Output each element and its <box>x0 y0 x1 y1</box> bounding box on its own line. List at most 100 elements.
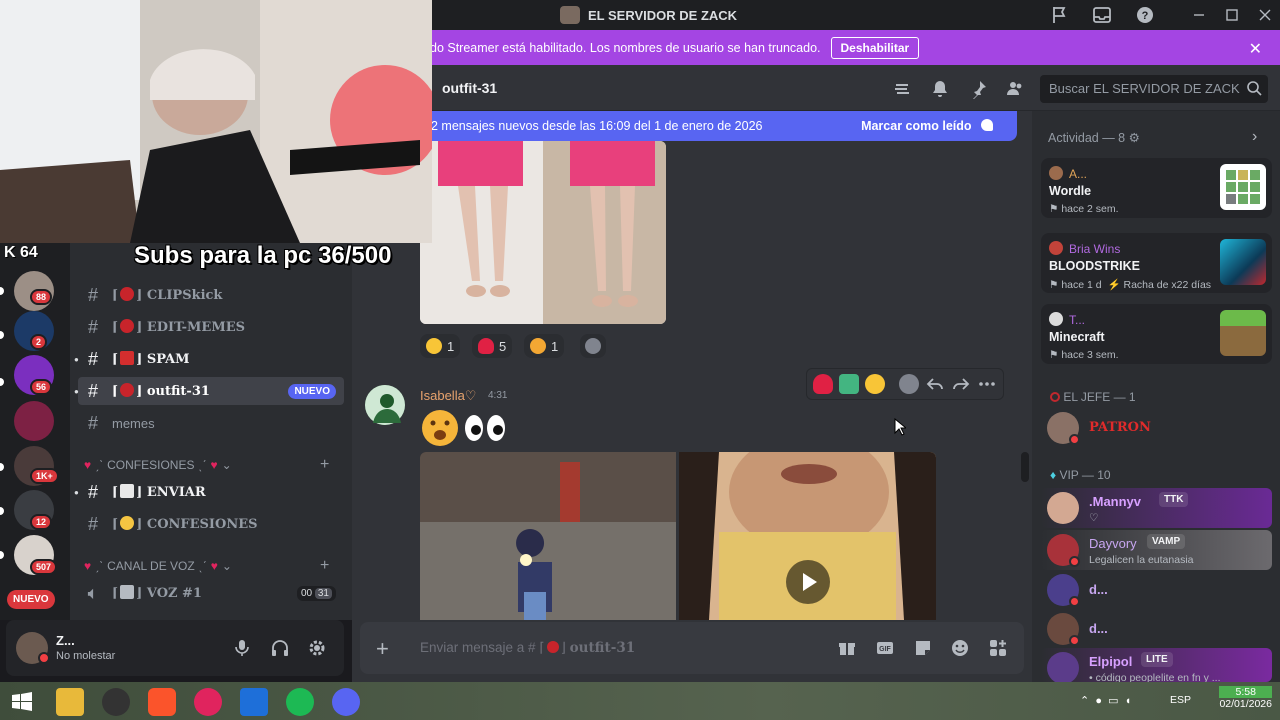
minimize-icon[interactable] <box>1190 6 1208 24</box>
mark-read-button[interactable]: Marcar como leído <box>861 119 993 133</box>
bell-icon[interactable] <box>930 79 950 99</box>
member-item[interactable]: PATRON <box>1041 408 1272 448</box>
speaker-emoji-icon <box>120 585 135 599</box>
member-item[interactable]: Elpipol LITE • código peoplelite en fn y… <box>1041 648 1272 684</box>
quick-react-check-icon[interactable] <box>839 374 859 394</box>
quick-react-laugh-icon[interactable] <box>865 374 885 394</box>
message-composer[interactable]: + Enviar mensaje a # ⌈ ⌋ outfit-31 GIF <box>360 622 1024 674</box>
devil-emoji-icon <box>120 383 135 397</box>
message-emoji <box>420 408 512 448</box>
headphones-icon[interactable] <box>270 638 290 658</box>
gamepad-icon: ⚑ <box>1049 279 1059 291</box>
channel-memes[interactable]: # memes <box>78 409 344 437</box>
threads-icon[interactable] <box>892 79 912 99</box>
unread-pill <box>0 378 4 386</box>
hash-icon: # <box>87 412 98 433</box>
microphone-icon[interactable] <box>232 638 252 658</box>
message-image[interactable] <box>420 452 676 620</box>
gift-icon[interactable] <box>837 638 857 658</box>
channel-clipskick[interactable]: # ⌈ ⌋ CLIPSkick <box>78 281 344 309</box>
unread-pill <box>0 463 4 471</box>
member-item[interactable]: d... <box>1041 570 1272 610</box>
new-messages-bar[interactable]: 2 mensajes nuevos desde las 16:09 del 1 … <box>416 111 1017 141</box>
members-icon[interactable] <box>1005 79 1025 99</box>
close-banner-icon[interactable]: ✕ <box>1249 39 1262 59</box>
envelope-emoji-icon <box>120 484 135 498</box>
quick-react-heart-icon[interactable] <box>813 374 833 394</box>
activity-card[interactable]: T... Minecraft ⚑ hace 3 sem. <box>1041 304 1272 364</box>
reply-icon[interactable] <box>925 374 945 394</box>
streamer-mode-banner: do Streamer está habilitado. Los nombres… <box>430 30 1280 65</box>
sticker-icon[interactable] <box>913 638 933 658</box>
reaction-heart-eyes[interactable]: 1 <box>420 334 461 358</box>
unread-dot: ● <box>74 386 79 396</box>
add-reaction-button[interactable] <box>580 334 606 358</box>
obs-icon[interactable] <box>102 688 130 716</box>
app-icon[interactable] <box>240 688 268 716</box>
hash-icon: # <box>87 316 98 337</box>
activity-card[interactable]: Bria Wins BLOODSTRIKE ⚑ hace 1 d ⚡ Racha… <box>1041 233 1272 293</box>
webcam-overlay <box>0 0 432 243</box>
play-icon[interactable] <box>786 560 830 604</box>
new-unreads-pill[interactable]: NUEVO <box>7 590 55 609</box>
channel-confesiones[interactable]: # ⌈ ⌋ CONFESIONES <box>78 510 344 538</box>
close-window-icon[interactable] <box>1256 6 1274 24</box>
member-item[interactable]: Dayvory VAMP Legalicen la eutanasia <box>1041 530 1272 570</box>
spotify-icon[interactable] <box>286 688 314 716</box>
heart-icon: ♥ <box>84 458 92 472</box>
reaction-red-heart[interactable]: 5 <box>472 334 513 358</box>
gif-icon[interactable]: GIF <box>875 638 895 658</box>
add-reaction-icon[interactable] <box>899 374 919 394</box>
mention-badge: 1K+ <box>30 468 59 484</box>
flag-icon[interactable] <box>1050 5 1070 25</box>
activity-card[interactable]: A... Wordle ⚑ hace 2 sem. <box>1041 158 1272 218</box>
pin-icon[interactable] <box>968 79 988 99</box>
bloodstrike-icon <box>1220 239 1266 285</box>
search-input[interactable]: Buscar EL SERVIDOR DE ZACK <box>1040 75 1268 103</box>
brave-icon[interactable] <box>148 688 176 716</box>
help-icon[interactable]: ? <box>1135 5 1155 25</box>
inbox-icon[interactable] <box>1092 5 1112 25</box>
forward-icon[interactable] <box>951 374 971 394</box>
language-indicator[interactable]: ESP <box>1170 694 1191 706</box>
member-item[interactable]: .Mannyv TTK ♡ <box>1041 488 1272 528</box>
windows-start-icon[interactable] <box>8 688 36 716</box>
channel-enviar[interactable]: ● # ⌈ ⌋ ENVIAR <box>74 478 344 506</box>
member-item[interactable]: d... <box>1041 609 1272 649</box>
emoji-icon[interactable] <box>950 638 970 658</box>
system-clock[interactable]: 5:58 02/01/2026 <box>1219 686 1272 710</box>
unread-dot: ● <box>74 487 79 497</box>
avatar[interactable] <box>365 385 405 425</box>
more-icon[interactable] <box>977 374 997 394</box>
wordle-icon <box>1220 164 1266 210</box>
face-emoji-icon <box>120 516 135 530</box>
category-confesiones[interactable]: ♥ ˏˋ CONFESIONES ˎˊ ♥ ⌄ + <box>84 456 344 473</box>
settings-gear-icon[interactable] <box>307 638 327 658</box>
message-video[interactable] <box>679 452 936 620</box>
voice-channel[interactable]: 🔈︎ ⌈ ⌋ VOZ #1 00 31 <box>78 579 344 607</box>
message-actions-bar <box>806 368 1004 400</box>
unread-pill <box>0 507 4 515</box>
message-image[interactable] <box>420 141 666 324</box>
chevron-right-icon[interactable]: › <box>1252 128 1257 146</box>
server-icon[interactable] <box>14 401 54 441</box>
channel-outfit-31[interactable]: ● # ⌈ ⌋ outfit-31 NUEVO <box>74 377 344 405</box>
channel-edit-memes[interactable]: # ⌈ ⌋ EDIT-MEMES <box>78 313 344 341</box>
attach-plus-icon[interactable]: + <box>376 636 389 662</box>
new-messages-text: 2 mensajes nuevos desde las 16:09 del 1 … <box>431 119 763 133</box>
discord-icon[interactable] <box>332 688 360 716</box>
app-icon[interactable] <box>194 688 222 716</box>
category-canal-de-voz[interactable]: ♥ ˏˋ CANAL DE VOZ ˎˊ ♥ ⌄ + <box>84 557 344 574</box>
file-explorer-icon[interactable] <box>56 688 84 716</box>
disable-button[interactable]: Deshabilitar <box>830 36 920 59</box>
channel-spam[interactable]: ● # ⌈ ⌋ SPAM <box>74 345 344 373</box>
message-author[interactable]: Isabella♡ <box>420 388 476 404</box>
gear-icon: ⚙ <box>1128 131 1140 145</box>
maximize-icon[interactable] <box>1223 6 1241 24</box>
chat-scrollbar[interactable] <box>1021 452 1029 482</box>
username[interactable]: Z... <box>56 633 75 648</box>
reaction-heart-eyes-cat[interactable]: 1 <box>524 334 565 358</box>
heart-eyes-icon <box>426 338 442 354</box>
tray-icons[interactable]: ⌃ ● ▭ ◖ <box>1080 694 1160 710</box>
apps-icon[interactable] <box>988 638 1008 658</box>
